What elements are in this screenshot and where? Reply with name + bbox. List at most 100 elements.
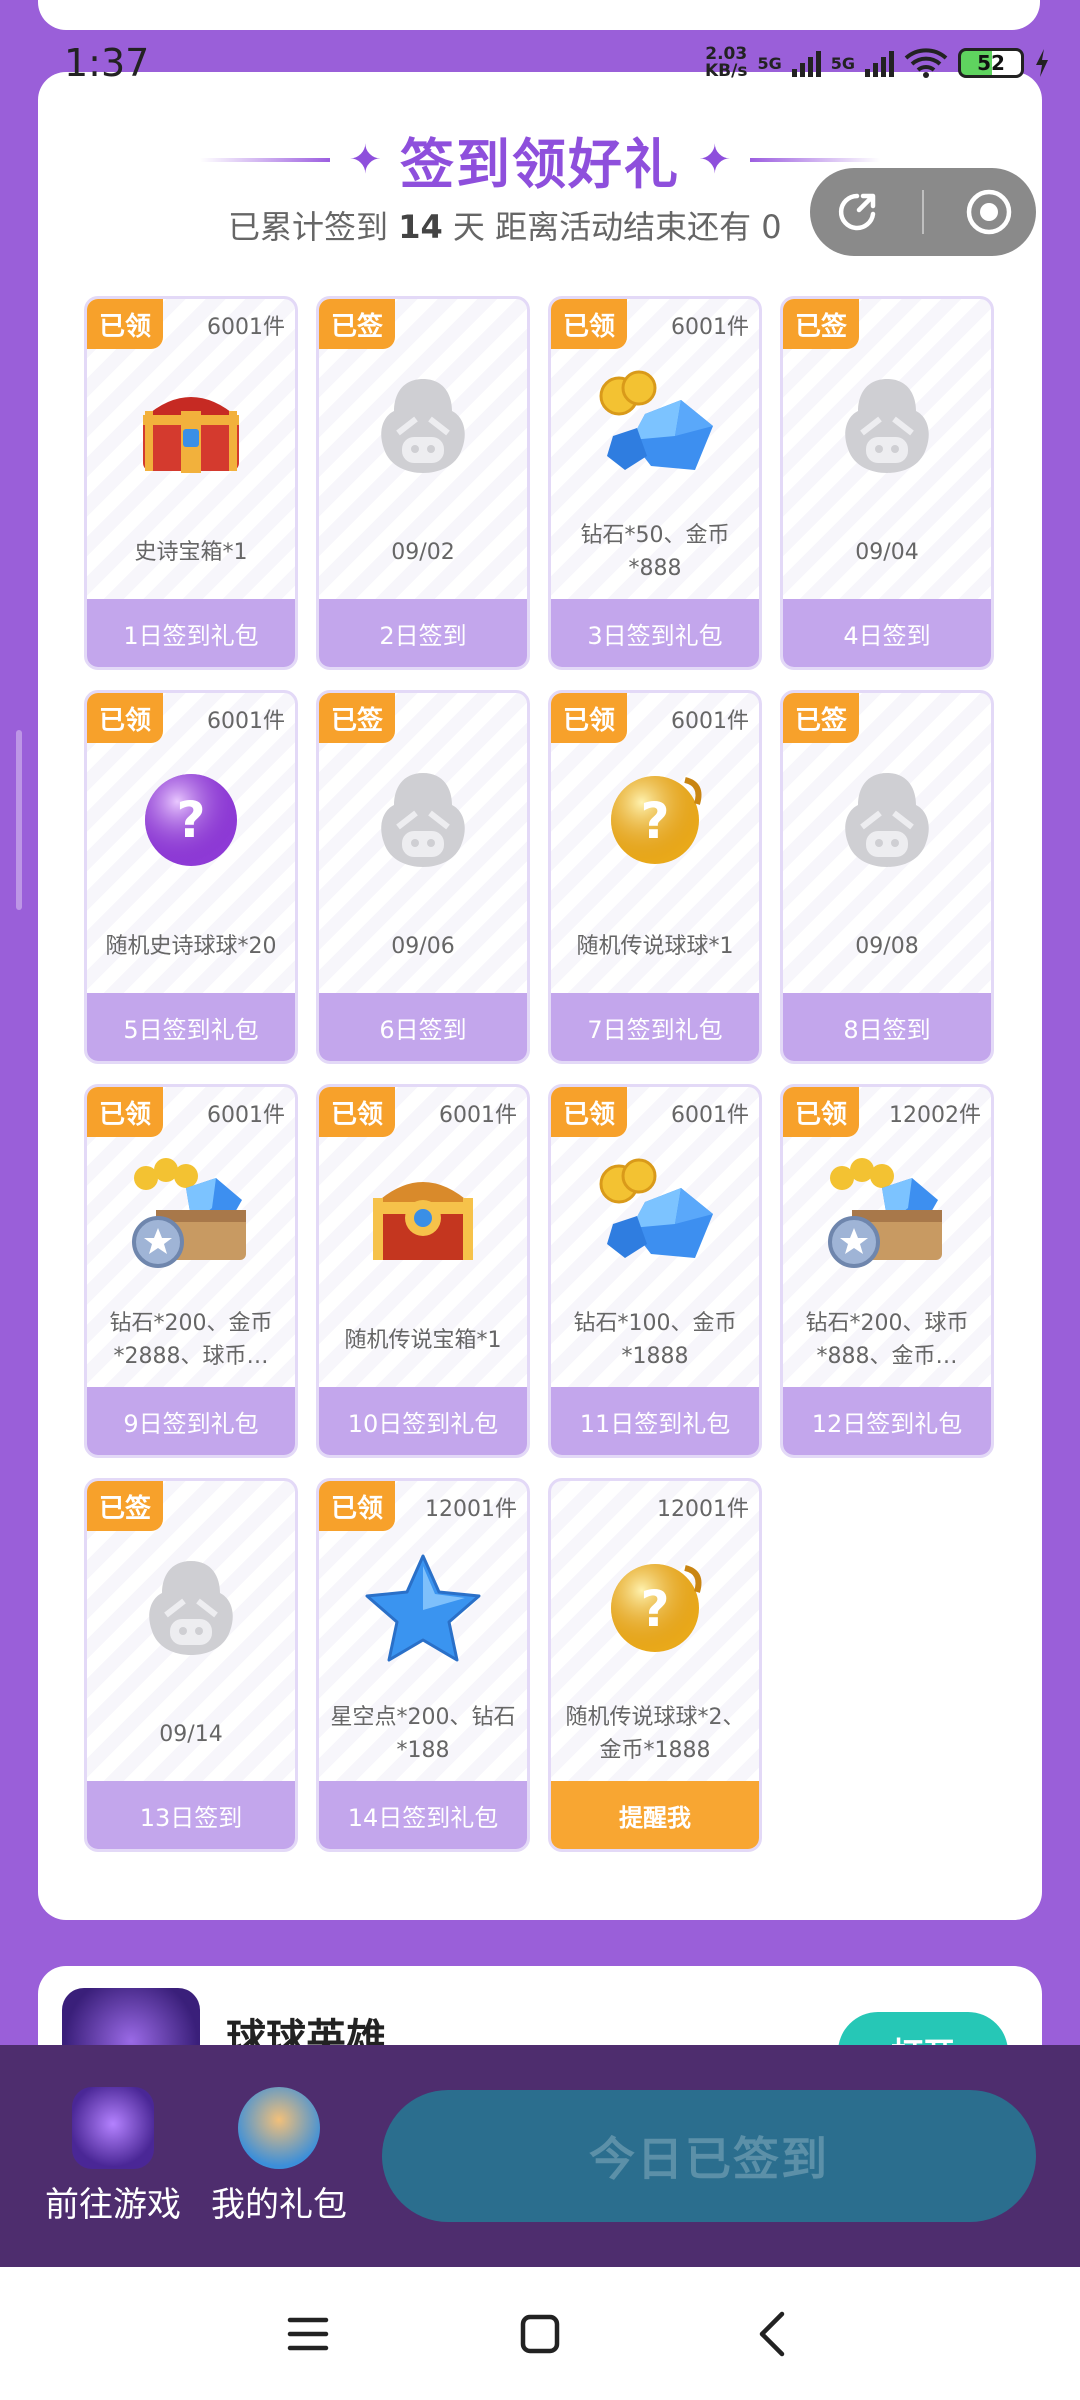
reward-card[interactable]: 已领 6001件 随机传说宝箱*1 10日签到礼包 xyxy=(316,1084,530,1458)
wifi-icon xyxy=(904,48,948,78)
reward-description: 随机史诗球球*20 xyxy=(105,933,277,959)
reward-description: 钻石*200、金币*2888、球币… xyxy=(109,1311,273,1369)
sparkle-icon: ✦ xyxy=(698,136,732,183)
treasure-box-icon xyxy=(87,1149,295,1279)
back-button[interactable] xyxy=(742,2307,802,2361)
gold-mystery-ball-icon: ? xyxy=(551,1543,759,1673)
reward-description: 史诗宝箱*1 xyxy=(134,539,248,565)
goto-game-button[interactable]: 前往游戏 xyxy=(38,2087,188,2226)
reward-day-label: 3日签到礼包 xyxy=(551,599,759,667)
status-icons: 2.03 KB/s 5G 5G 52 xyxy=(705,46,1050,80)
signal-bars-icon xyxy=(791,49,821,77)
status-badge: 已签 xyxy=(783,693,860,743)
status-badge: 已签 xyxy=(783,299,860,349)
reward-card[interactable]: 12001件? 随机传说球球*2、金币*1888 提醒我 xyxy=(548,1478,762,1852)
reward-day-label: 7日签到礼包 xyxy=(551,993,759,1061)
diamond-coin-icon xyxy=(551,1149,759,1279)
goto-game-label: 前往游戏 xyxy=(45,2185,181,2225)
stock-count: 12001件 xyxy=(657,1497,749,1522)
reward-card[interactable]: 已领 6001件? 随机传说球球*1 7日签到礼包 xyxy=(548,690,762,1064)
status-badge: 已签 xyxy=(319,299,396,349)
status-badge: 已领 xyxy=(87,693,164,743)
stock-count: 12001件 xyxy=(425,1497,517,1522)
svg-text:?: ? xyxy=(640,1580,669,1638)
status-badge: 已领 xyxy=(87,299,164,349)
stock-count: 6001件 xyxy=(207,709,285,734)
reward-card[interactable]: 已领 12001件 星空点*200、钻石*188 14日签到礼包 xyxy=(316,1478,530,1852)
title-divider-right xyxy=(749,157,880,162)
status-badge: 已领 xyxy=(319,1087,396,1137)
gift-bag-icon xyxy=(238,2087,320,2169)
title-divider-left xyxy=(200,157,331,162)
square-icon xyxy=(520,2314,560,2354)
reward-grid: 已领 6001件 史诗宝箱*1 1日签到礼包 已签 09/02 2日签到 已领 6001件 钻石*… xyxy=(84,296,994,1852)
reward-description: 星空点*200、钻石*188 xyxy=(330,1705,516,1763)
system-nav-bar xyxy=(0,2267,1080,2400)
reward-description: 09/14 xyxy=(159,1721,223,1747)
reward-card[interactable]: 已领 6001件 钻石*50、金币*888 3日签到礼包 xyxy=(548,296,762,670)
reward-description: 09/02 xyxy=(391,539,455,565)
remind-me-button[interactable]: 提醒我 xyxy=(551,1781,759,1849)
svg-text:?: ? xyxy=(176,791,205,849)
reward-card[interactable]: 已领 6001件 钻石*100、金币*1888 11日签到礼包 xyxy=(548,1084,762,1458)
reward-card[interactable]: 已签 09/04 4日签到 xyxy=(780,296,994,670)
signal-label-2: 5G xyxy=(830,53,855,73)
placeholder-avatar-icon xyxy=(783,755,991,885)
reward-card[interactable]: 已领 6001件 钻石*200、金币*2888、球币… 9日签到礼包 xyxy=(84,1084,298,1458)
game-app-icon xyxy=(72,2087,154,2169)
home-button[interactable] xyxy=(510,2307,570,2361)
reward-description: 随机传说球球*1 xyxy=(576,933,734,959)
status-bar: 1:37 2.03 KB/s 5G 5G 52 xyxy=(0,38,1080,88)
reward-day-label: 9日签到礼包 xyxy=(87,1387,295,1455)
reward-day-label: 13日签到 xyxy=(87,1781,295,1849)
reward-description: 随机传说球球*2、金币*1888 xyxy=(565,1705,745,1763)
reward-description: 钻石*100、金币*1888 xyxy=(573,1311,737,1369)
reward-card[interactable]: 已签 09/08 8日签到 xyxy=(780,690,994,1064)
diamond-coin-icon xyxy=(551,361,759,491)
reward-description: 09/04 xyxy=(855,539,919,565)
reward-card[interactable]: 已领 6001件 史诗宝箱*1 1日签到礼包 xyxy=(84,296,298,670)
checkin-card: ✦ 签到领好礼 ✦ 已累计签到 14 天 距离活动结束还有 0 已领 6001件史… xyxy=(38,72,1042,1920)
bottom-action-bar: 前往游戏 我的礼包 今日已签到 xyxy=(0,2045,1080,2267)
sparkle-icon: ✦ xyxy=(348,136,382,183)
gold-mystery-ball-icon: ? xyxy=(551,755,759,885)
placeholder-avatar-icon xyxy=(783,361,991,491)
status-badge: 已领 xyxy=(87,1087,164,1137)
reward-card[interactable]: 已领 12002件 钻石*200、球币*888、金币… 12日签到礼包 xyxy=(780,1084,994,1458)
reward-card[interactable]: 已签 09/14 13日签到 xyxy=(84,1478,298,1852)
stock-count: 6001件 xyxy=(671,709,749,734)
status-badge: 已领 xyxy=(551,299,628,349)
status-time: 1:37 xyxy=(64,41,150,85)
reward-day-label: 5日签到礼包 xyxy=(87,993,295,1061)
purple-mystery-ball-icon: ? xyxy=(87,755,295,885)
reward-card[interactable]: 已领 6001件? 随机史诗球球*20 5日签到礼包 xyxy=(84,690,298,1064)
placeholder-avatar-icon xyxy=(319,755,527,885)
share-icon xyxy=(839,193,876,231)
reward-description: 09/08 xyxy=(855,933,919,959)
reward-card[interactable]: 已签 09/06 6日签到 xyxy=(316,690,530,1064)
edge-handle[interactable] xyxy=(16,730,22,910)
network-speed: 2.03 KB/s xyxy=(705,44,748,81)
reward-day-label: 8日签到 xyxy=(783,993,991,1061)
charging-icon xyxy=(1036,49,1048,77)
recents-button[interactable] xyxy=(278,2307,338,2361)
signed-today-button[interactable]: 今日已签到 xyxy=(382,2090,1036,2222)
reward-day-label: 2日签到 xyxy=(319,599,527,667)
reward-day-label: 12日签到礼包 xyxy=(783,1387,991,1455)
blue-star-icon xyxy=(319,1543,527,1673)
reward-description: 随机传说宝箱*1 xyxy=(344,1327,502,1353)
signal-bars-icon xyxy=(865,49,894,77)
close-miniapp-button[interactable] xyxy=(959,182,1019,242)
my-gifts-button[interactable]: 我的礼包 xyxy=(204,2087,354,2226)
reward-description: 钻石*200、球币*888、金币… xyxy=(805,1311,969,1369)
status-badge: 已领 xyxy=(551,693,628,743)
reward-description: 09/06 xyxy=(391,933,455,959)
share-button[interactable] xyxy=(827,182,887,242)
capsule-divider xyxy=(921,190,924,234)
record-icon xyxy=(966,189,1011,235)
status-badge: 已领 xyxy=(783,1087,860,1137)
checkin-days: 14 xyxy=(398,208,443,246)
chest-red-icon xyxy=(87,361,295,491)
reward-card[interactable]: 已签 09/02 2日签到 xyxy=(316,296,530,670)
reward-day-label: 11日签到礼包 xyxy=(551,1387,759,1455)
